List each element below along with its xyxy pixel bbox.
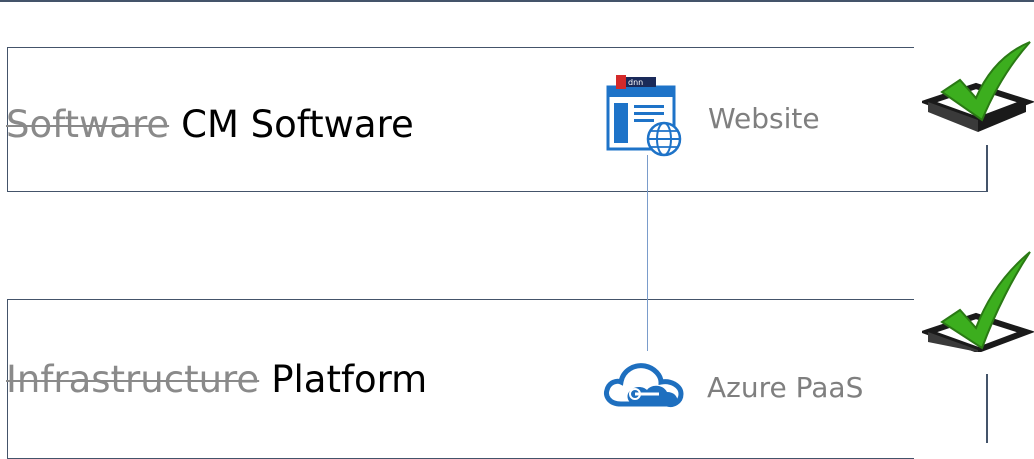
website-globe-icon: dnn <box>606 75 682 157</box>
checkmark-icon <box>922 251 1034 352</box>
software-box-edge-bottom <box>914 190 988 192</box>
struck-software-label: Software <box>6 103 170 146</box>
platform-label: Platform <box>271 358 428 401</box>
platform-box-edge <box>986 374 988 443</box>
software-layer-label: Software CM Software <box>6 103 414 146</box>
azure-paas-label: Azure PaaS <box>707 371 864 404</box>
checkmark-icon <box>922 41 1034 132</box>
service-connector-line <box>647 155 648 351</box>
cloud-icon <box>604 363 684 407</box>
top-divider <box>0 0 1034 2</box>
cm-software-label: CM Software <box>181 103 414 146</box>
software-box-edge <box>986 145 988 192</box>
platform-layer-label: Infrastructure Platform <box>6 358 427 401</box>
website-label: Website <box>708 102 820 135</box>
svg-text:dnn: dnn <box>628 78 643 87</box>
struck-infrastructure-label: Infrastructure <box>6 358 260 401</box>
